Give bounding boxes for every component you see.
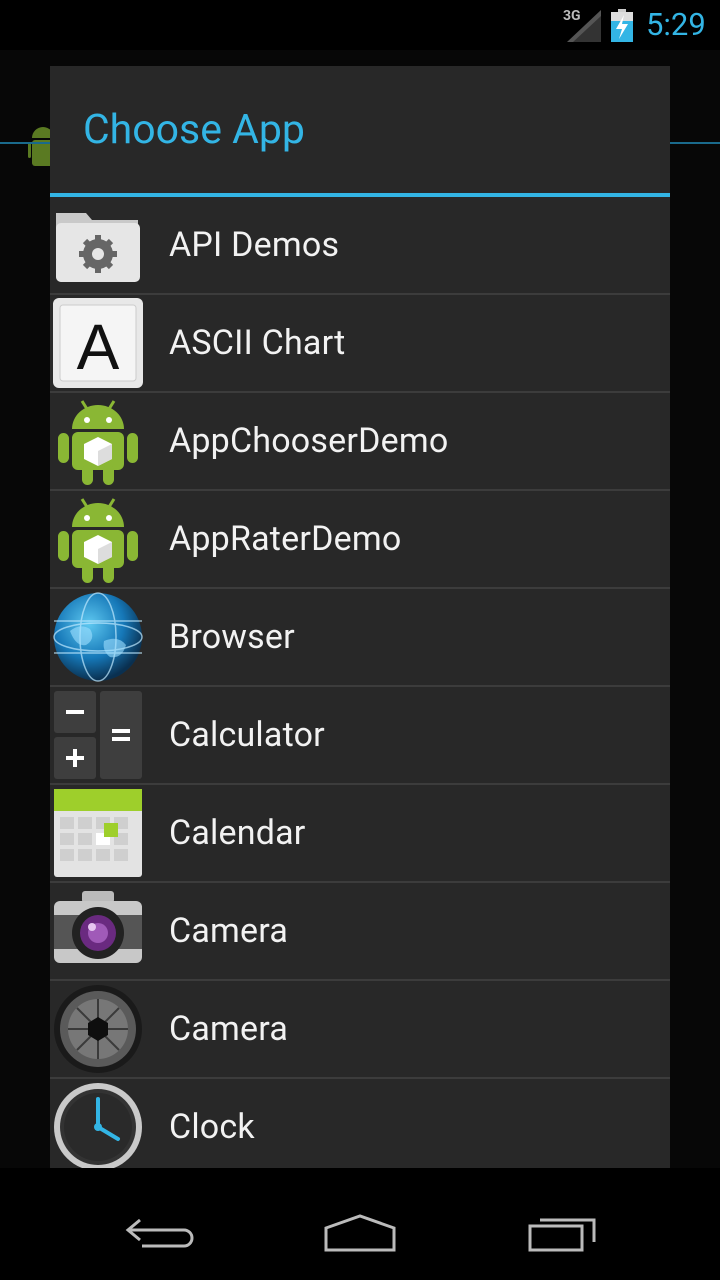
list-item[interactable]: Clock <box>50 1079 670 1168</box>
calendar-icon <box>54 789 142 877</box>
clock-icon <box>54 1083 142 1168</box>
dialog-title: Choose App <box>83 106 305 154</box>
item-label: API Demos <box>169 225 340 265</box>
battery-charging-icon <box>611 9 633 42</box>
folder-gear-icon <box>56 213 140 282</box>
item-label: Calendar <box>169 813 306 853</box>
item-label: Camera <box>169 911 289 951</box>
list-item[interactable]: Camera <box>50 883 670 981</box>
list-item[interactable]: API Demos <box>50 197 670 295</box>
camera-icon <box>54 891 142 963</box>
android-robot-icon <box>58 498 138 583</box>
signal-icon <box>567 10 601 42</box>
item-label: AppChooserDemo <box>169 421 449 461</box>
clock-time: 5:29 <box>646 6 706 43</box>
item-label: Calculator <box>169 715 325 755</box>
status-bar: 3G 5:29 <box>0 0 720 50</box>
list-item[interactable]: AppRaterDemo <box>50 491 670 589</box>
list-item[interactable]: Calendar <box>50 785 670 883</box>
globe-icon <box>53 592 143 682</box>
item-label: Camera <box>169 1009 289 1049</box>
list-item[interactable]: Calculator <box>50 687 670 785</box>
android-robot-icon <box>58 400 138 485</box>
letter-a-icon: A <box>53 298 143 388</box>
list-item[interactable]: Camera <box>50 981 670 1079</box>
back-icon[interactable] <box>122 1208 198 1254</box>
recent-apps-icon[interactable] <box>526 1208 602 1254</box>
svg-text:A: A <box>77 311 120 383</box>
item-label: AppRaterDemo <box>169 519 402 559</box>
camera-shutter-icon <box>54 985 142 1073</box>
calculator-icon <box>54 691 142 779</box>
list-item[interactable]: A ASCII Chart <box>50 295 670 393</box>
navigation-bar <box>0 1168 720 1280</box>
list-item[interactable]: AppChooserDemo <box>50 393 670 491</box>
choose-app-dialog: Choose App API Demos A ASCII Chart AppCh… <box>50 66 670 1168</box>
item-label: ASCII Chart <box>169 323 346 363</box>
app-list[interactable]: API Demos A ASCII Chart AppChooserDemo A… <box>50 197 670 1168</box>
item-label: Clock <box>169 1107 255 1147</box>
item-label: Browser <box>169 617 295 657</box>
list-item[interactable]: Browser <box>50 589 670 687</box>
home-icon[interactable] <box>322 1208 398 1254</box>
